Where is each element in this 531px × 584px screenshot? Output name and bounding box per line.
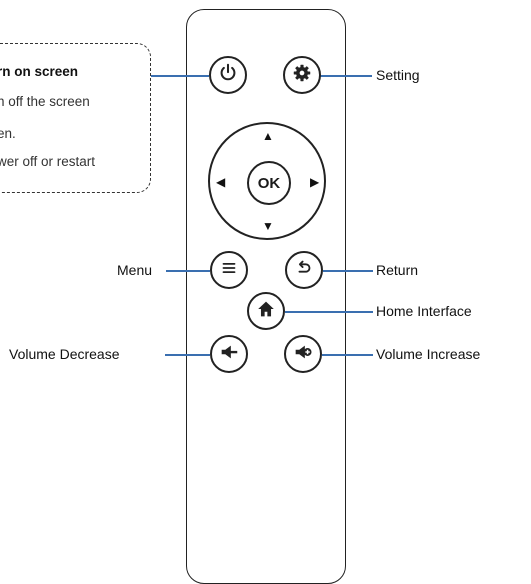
callout-line-3: en. [0, 126, 16, 141]
volume-decrease-connector [165, 354, 210, 356]
power-icon [217, 62, 239, 89]
arrow-up-icon[interactable]: ▲ [262, 130, 274, 142]
ok-label: OK [257, 174, 281, 192]
home-interface-label: Home Interface [376, 303, 472, 319]
arrow-right-icon[interactable]: ▶ [310, 176, 319, 188]
menu-button[interactable] [210, 251, 248, 289]
setting-connector [320, 75, 372, 77]
settings-button[interactable] [283, 56, 321, 94]
arrow-down-icon[interactable]: ▼ [262, 220, 274, 232]
home-connector [285, 311, 373, 313]
callout-line-2: n off the screen [0, 94, 90, 109]
return-button[interactable] [285, 251, 323, 289]
power-connector [151, 75, 209, 77]
volume-increase-button[interactable] [284, 335, 322, 373]
volume-decrease-label: Volume Decrease [9, 346, 120, 362]
home-icon [255, 298, 277, 325]
callout-line-4: wer off or restart [0, 154, 96, 169]
return-icon [293, 257, 315, 284]
menu-connector [166, 270, 210, 272]
directional-pad[interactable]: ▲ ▼ ◀ ▶ OK [208, 122, 326, 240]
return-label: Return [376, 262, 419, 278]
callout-line-1: rn on screen [0, 64, 79, 79]
speaker-plus-icon [292, 341, 314, 368]
volume-increase-connector [322, 354, 373, 356]
setting-label: Setting [376, 67, 420, 83]
volume-increase-label: Volume Increase [376, 346, 481, 362]
power-button[interactable] [209, 56, 247, 94]
ok-button[interactable]: OK [247, 161, 291, 205]
home-button[interactable] [247, 292, 285, 330]
speaker-minus-icon [218, 341, 240, 368]
menu-icon [218, 257, 240, 284]
menu-label: Menu [117, 262, 153, 278]
arrow-left-icon[interactable]: ◀ [216, 176, 225, 188]
gear-icon [291, 62, 313, 89]
return-connector [323, 270, 373, 272]
volume-decrease-button[interactable] [210, 335, 248, 373]
power-callout-box: rn on screen n off the screen en. wer of… [0, 43, 151, 193]
